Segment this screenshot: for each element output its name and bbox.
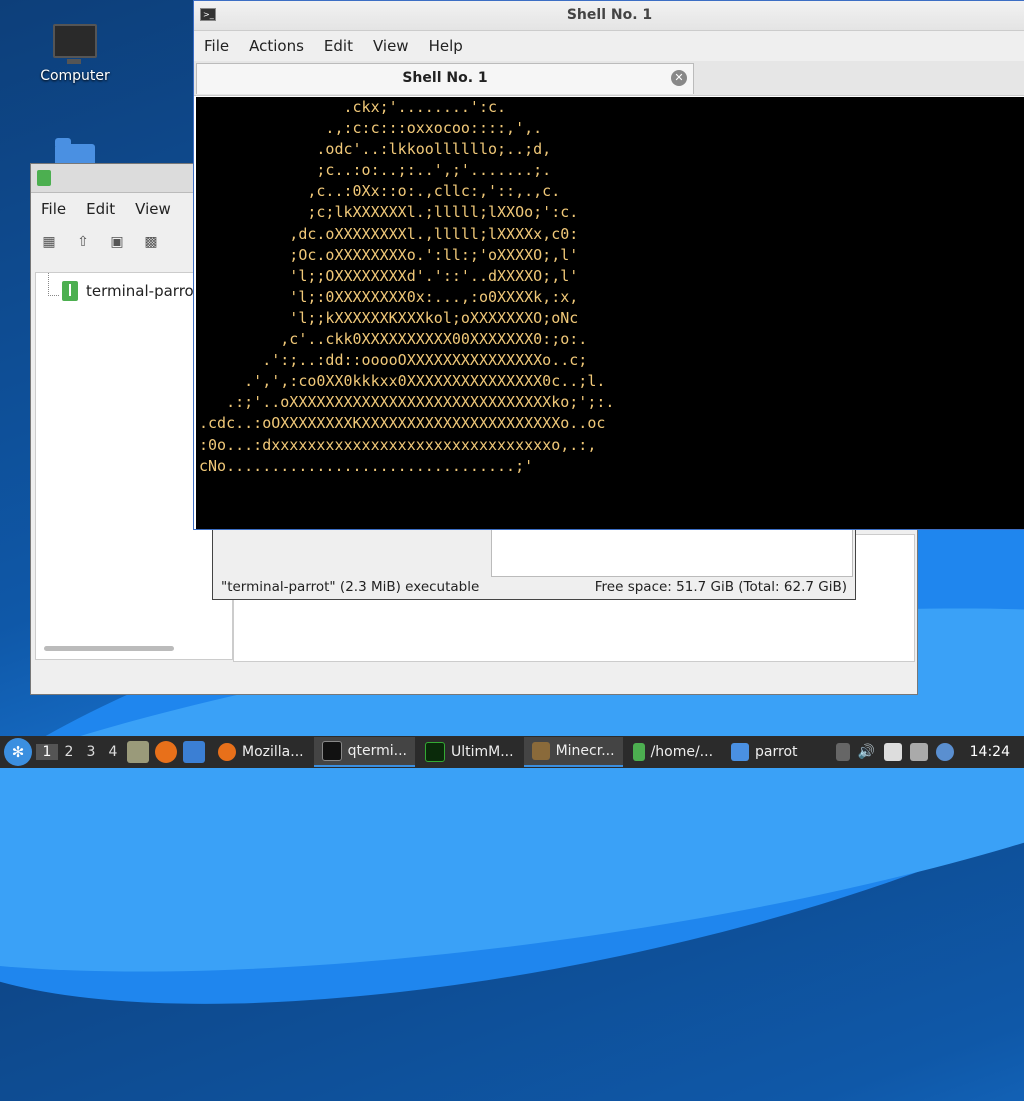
- monitor-icon: [53, 24, 97, 64]
- horizontal-scrollbar[interactable]: [44, 646, 174, 651]
- add-file-icon[interactable]: ▩: [141, 232, 161, 252]
- new-archive-icon[interactable]: ▦: [39, 232, 59, 252]
- menu-view[interactable]: View: [363, 37, 419, 55]
- file-info: "terminal-parrot" (2.3 MiB) executable: [221, 579, 480, 595]
- tree-connector: [48, 273, 59, 296]
- task-ultimm[interactable]: UltimM...: [417, 738, 522, 766]
- menu-edit[interactable]: Edit: [76, 194, 125, 222]
- menu-help[interactable]: Help: [419, 37, 473, 55]
- desktop-icon-computer[interactable]: Computer: [30, 24, 120, 84]
- firefox-launcher-icon[interactable]: [155, 741, 177, 763]
- task-label: parrot: [755, 744, 798, 760]
- terminal-window: >_ Shell No. 1 File Actions Edit View He…: [193, 0, 1024, 530]
- menu-file[interactable]: File: [31, 194, 76, 222]
- terminal-output: .ckx;'........':c. .,:c:c:::oxxocoo::::,…: [199, 98, 615, 475]
- task-label: /home/...: [650, 744, 714, 760]
- firefox-icon: [218, 743, 236, 761]
- tab-shell-1[interactable]: Shell No. 1 ✕: [196, 63, 694, 94]
- taskbar: ✻ 1 2 3 4 Mozilla... qtermi... UltimM...…: [0, 736, 1024, 768]
- task-label: Mozilla...: [242, 744, 304, 760]
- task-mozilla[interactable]: Mozilla...: [210, 738, 312, 766]
- toolbar: ▦ ⇧ ▣ ▩: [39, 232, 161, 252]
- menu-edit[interactable]: Edit: [314, 37, 363, 55]
- terminal-icon: [424, 742, 445, 762]
- task-parrot[interactable]: parrot: [723, 738, 805, 766]
- menu-actions[interactable]: Actions: [239, 37, 314, 55]
- workspace-3[interactable]: 3: [80, 744, 102, 760]
- task-minecraft[interactable]: Minecr...: [523, 737, 623, 767]
- menu-bar: File Actions Edit View Help: [194, 31, 1024, 61]
- tree-item-label: terminal-parrot: [86, 282, 200, 300]
- folder-icon: [731, 743, 750, 761]
- scroll-arrow-icon[interactable]: [835, 743, 850, 761]
- task-label: Minecr...: [555, 743, 615, 759]
- close-icon[interactable]: ✕: [671, 70, 687, 86]
- archive-icon: [37, 170, 51, 186]
- menu-file[interactable]: File: [194, 37, 239, 55]
- desktop-icon-label: Computer: [40, 68, 110, 84]
- task-label: qtermi...: [347, 743, 407, 759]
- terminal-icon: [321, 741, 342, 761]
- window-title: Shell No. 1: [566, 7, 653, 23]
- task-label: UltimM...: [450, 744, 514, 760]
- file-manager-launcher-icon[interactable]: [127, 741, 149, 763]
- preview-area: [491, 525, 853, 577]
- task-home[interactable]: /home/...: [625, 738, 721, 766]
- task-qterminal[interactable]: qtermi...: [313, 737, 415, 767]
- archive-icon: [632, 743, 645, 761]
- menu-view[interactable]: View: [125, 194, 181, 222]
- updates-icon[interactable]: [935, 743, 954, 761]
- volume-icon[interactable]: 🔊: [858, 743, 876, 761]
- status-bar: "terminal-parrot" (2.3 MiB) executable F…: [221, 579, 847, 595]
- clock[interactable]: 14:24: [962, 744, 1018, 760]
- free-space: Free space: 51.7 GiB (Total: 62.7 GiB): [594, 579, 847, 595]
- system-tray: 🔊 14:24: [835, 743, 1024, 761]
- tree-item[interactable]: terminal-parrot: [62, 281, 200, 301]
- terminal-screen[interactable]: .ckx;'........':c. .,:c:c:::oxxocoo::::,…: [196, 97, 1024, 529]
- network-icon[interactable]: [909, 743, 928, 761]
- tab-label: Shell No. 1: [402, 70, 488, 86]
- extract-icon[interactable]: ⇧: [73, 232, 93, 252]
- workspace-1[interactable]: 1: [36, 744, 58, 760]
- archive-box-icon[interactable]: ▣: [107, 232, 127, 252]
- properties-dialog: "terminal-parrot" (2.3 MiB) executable F…: [212, 520, 856, 600]
- clipboard-icon[interactable]: [883, 743, 902, 761]
- window-titlebar[interactable]: >_ Shell No. 1: [194, 1, 1024, 31]
- minecraft-icon: [531, 742, 550, 760]
- workspace-4[interactable]: 4: [102, 744, 124, 760]
- menu-bar: File Edit View: [31, 194, 181, 222]
- workspace-2[interactable]: 2: [58, 744, 80, 760]
- folder-launcher-icon[interactable]: [183, 741, 205, 763]
- tab-bar: Shell No. 1 ✕: [194, 61, 1024, 96]
- start-menu-icon[interactable]: ✻: [4, 738, 32, 766]
- archive-icon: [62, 281, 78, 301]
